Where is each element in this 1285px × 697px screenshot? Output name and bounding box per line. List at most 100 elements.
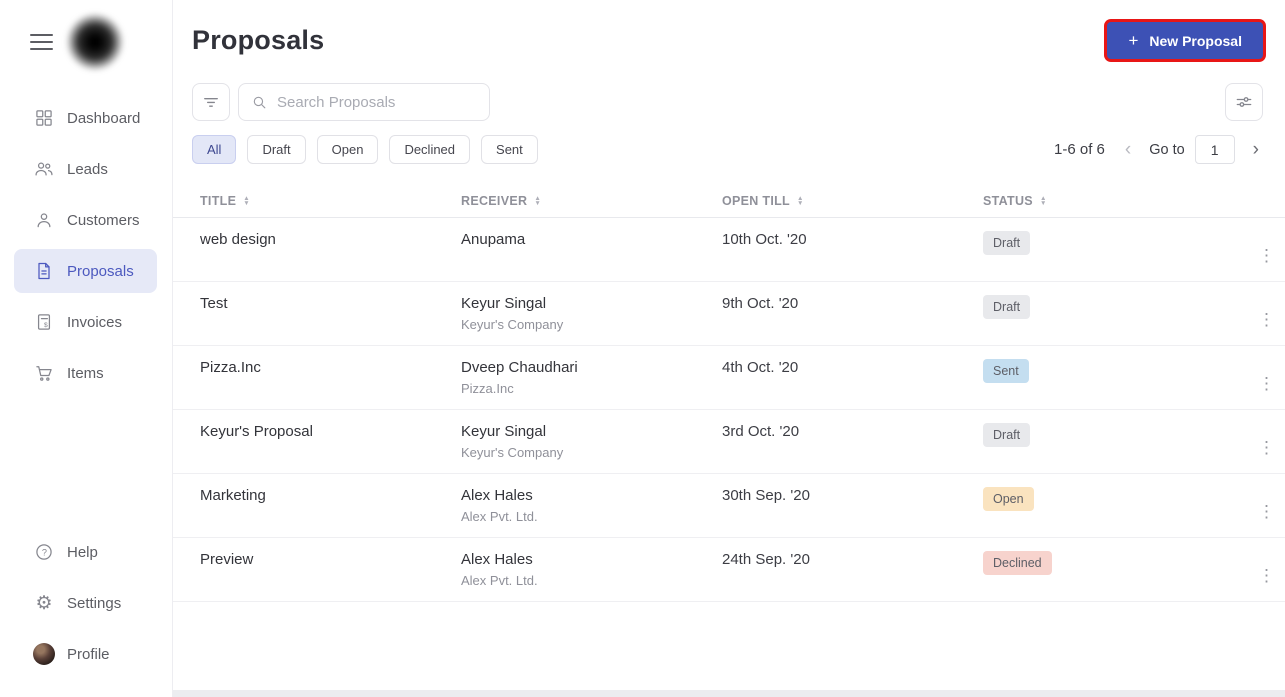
- sidebar-item-items[interactable]: Items: [14, 351, 157, 395]
- sidebar-item-settings[interactable]: ⚙ Settings: [14, 581, 157, 625]
- sidebar-item-help[interactable]: ? Help: [14, 530, 157, 574]
- search-input[interactable]: [277, 93, 477, 111]
- status-badge: Draft: [983, 423, 1031, 447]
- dashboard-icon: [33, 107, 55, 129]
- proposal-title: Test: [200, 295, 228, 312]
- new-proposal-label: New Proposal: [1149, 32, 1242, 49]
- receiver-name: Alex Hales: [461, 551, 533, 568]
- open-till-date: 9th Oct. '20: [722, 295, 799, 312]
- table-row[interactable]: web design Anupama 10th Oct. '20 Draft ⋮: [173, 218, 1285, 282]
- sort-icon: ▲ ▼: [796, 195, 804, 207]
- receiver-company: Keyur's Company: [461, 445, 564, 460]
- receiver-name: Alex Hales: [461, 487, 533, 504]
- status-cell: Draft: [983, 423, 1250, 447]
- status-badge: Open: [983, 487, 1034, 511]
- receiver-company: Keyur's Company: [461, 317, 564, 332]
- sidebar-item-leads[interactable]: Leads: [14, 147, 157, 191]
- actions-cell: ⋮: [1250, 374, 1284, 394]
- customers-icon: [33, 209, 55, 231]
- avatar: [33, 643, 55, 665]
- chip-declined[interactable]: Declined: [389, 135, 471, 164]
- column-settings-button[interactable]: [1225, 83, 1263, 121]
- column-header-open-till[interactable]: OPEN TILL ▲ ▼: [722, 194, 983, 208]
- filter-chips-row: All Draft Open Declined Sent 1-6 of 6 ‹ …: [192, 135, 1263, 164]
- filter-list-button[interactable]: [192, 83, 230, 121]
- status-cell: Draft: [983, 295, 1250, 319]
- sidebar-item-label: Dashboard: [67, 109, 141, 127]
- status-cell: Declined: [983, 551, 1250, 575]
- search-icon: [253, 96, 266, 108]
- invoices-icon: $: [33, 311, 55, 333]
- column-header-status[interactable]: STATUS ▲ ▼: [983, 194, 1250, 208]
- plus-icon: +: [1128, 31, 1139, 50]
- sidebar-nav: Dashboard Leads Customers Proposals $ In…: [0, 96, 172, 395]
- chip-open[interactable]: Open: [316, 135, 379, 164]
- search-box[interactable]: [238, 83, 490, 121]
- sidebar-item-profile[interactable]: Profile: [14, 632, 157, 676]
- sort-icon: ▲ ▼: [1039, 195, 1047, 207]
- actions-cell: ⋮: [1250, 438, 1284, 458]
- sidebar-item-label: Settings: [67, 594, 122, 612]
- table-row[interactable]: Pizza.Inc Dveep Chaudhari Pizza.Inc 4th …: [173, 346, 1285, 410]
- table-row[interactable]: Keyur's Proposal Keyur Singal Keyur's Co…: [173, 410, 1285, 474]
- actions-cell: ⋮: [1250, 246, 1284, 266]
- sidebar-header: [0, 0, 172, 72]
- receiver-name: Keyur Singal: [461, 423, 547, 440]
- new-proposal-button[interactable]: + New Proposal: [1107, 22, 1263, 59]
- kebab-menu-icon[interactable]: ⋮: [1250, 564, 1284, 587]
- receiver-name: Anupama: [461, 231, 526, 248]
- column-header-title[interactable]: TITLE ▲ ▼: [200, 194, 461, 208]
- sort-icon: ▲ ▼: [534, 195, 542, 207]
- chip-sent[interactable]: Sent: [481, 135, 538, 164]
- sliders-icon: [1236, 97, 1252, 107]
- gear-icon: ⚙: [35, 592, 53, 614]
- actions-cell: ⋮: [1250, 566, 1284, 586]
- sort-icon: ▲ ▼: [243, 195, 250, 207]
- column-header-receiver[interactable]: RECEIVER ▲ ▼: [461, 194, 722, 208]
- hamburger-menu-icon[interactable]: [30, 29, 53, 55]
- toolbar: [192, 83, 1263, 121]
- chip-draft[interactable]: Draft: [247, 135, 306, 164]
- proposals-table: TITLE ▲ ▼ RECEIVER ▲ ▼ OPEN TILL ▲ ▼ STATUS…: [173, 185, 1285, 602]
- receiver-cell: Anupama: [461, 231, 722, 253]
- table-row[interactable]: Preview Alex Hales Alex Pvt. Ltd. 24th S…: [173, 538, 1285, 602]
- receiver-company: Alex Pvt. Ltd.: [461, 509, 538, 524]
- sidebar-item-label: Help: [67, 543, 98, 561]
- goto-page-input[interactable]: [1194, 135, 1235, 164]
- receiver-cell: Alex Hales Alex Pvt. Ltd.: [461, 551, 722, 588]
- open-till-date: 10th Oct. '20: [722, 231, 807, 248]
- pagination-range: 1-6 of 6: [1054, 141, 1105, 158]
- kebab-menu-icon[interactable]: ⋮: [1250, 244, 1284, 267]
- proposal-title: web design: [200, 231, 276, 248]
- table-row[interactable]: Marketing Alex Hales Alex Pvt. Ltd. 30th…: [173, 474, 1285, 538]
- page-header: Proposals + New Proposal: [173, 0, 1285, 59]
- sidebar-item-dashboard[interactable]: Dashboard: [14, 96, 157, 140]
- kebab-menu-icon[interactable]: ⋮: [1250, 436, 1284, 459]
- proposal-title: Marketing: [200, 487, 266, 504]
- chip-all[interactable]: All: [192, 135, 237, 164]
- leads-icon: [33, 158, 55, 180]
- sidebar-item-customers[interactable]: Customers: [14, 198, 157, 242]
- sidebar-item-label: Profile: [67, 645, 110, 663]
- receiver-company: Alex Pvt. Ltd.: [461, 573, 538, 588]
- sidebar-item-label: Customers: [67, 211, 140, 229]
- receiver-cell: Alex Hales Alex Pvt. Ltd.: [461, 487, 722, 524]
- kebab-menu-icon[interactable]: ⋮: [1250, 308, 1284, 331]
- sidebar-item-invoices[interactable]: $ Invoices: [14, 300, 157, 344]
- help-icon: ?: [33, 541, 55, 563]
- status-cell: Draft: [983, 231, 1250, 255]
- receiver-cell: Keyur Singal Keyur's Company: [461, 423, 722, 460]
- sidebar: Dashboard Leads Customers Proposals $ In…: [0, 0, 173, 697]
- prev-page-icon[interactable]: ‹: [1121, 140, 1135, 159]
- open-till-date: 30th Sep. '20: [722, 487, 810, 504]
- table-row[interactable]: Test Keyur Singal Keyur's Company 9th Oc…: [173, 282, 1285, 346]
- status-cell: Sent: [983, 359, 1250, 383]
- goto-label: Go to: [1149, 141, 1185, 158]
- kebab-menu-icon[interactable]: ⋮: [1250, 500, 1284, 523]
- kebab-menu-icon[interactable]: ⋮: [1250, 372, 1284, 395]
- proposal-title: Pizza.Inc: [200, 359, 261, 376]
- proposal-title: Keyur's Proposal: [200, 423, 313, 440]
- receiver-cell: Dveep Chaudhari Pizza.Inc: [461, 359, 722, 396]
- next-page-icon[interactable]: ›: [1249, 140, 1263, 159]
- sidebar-item-proposals[interactable]: Proposals: [14, 249, 157, 293]
